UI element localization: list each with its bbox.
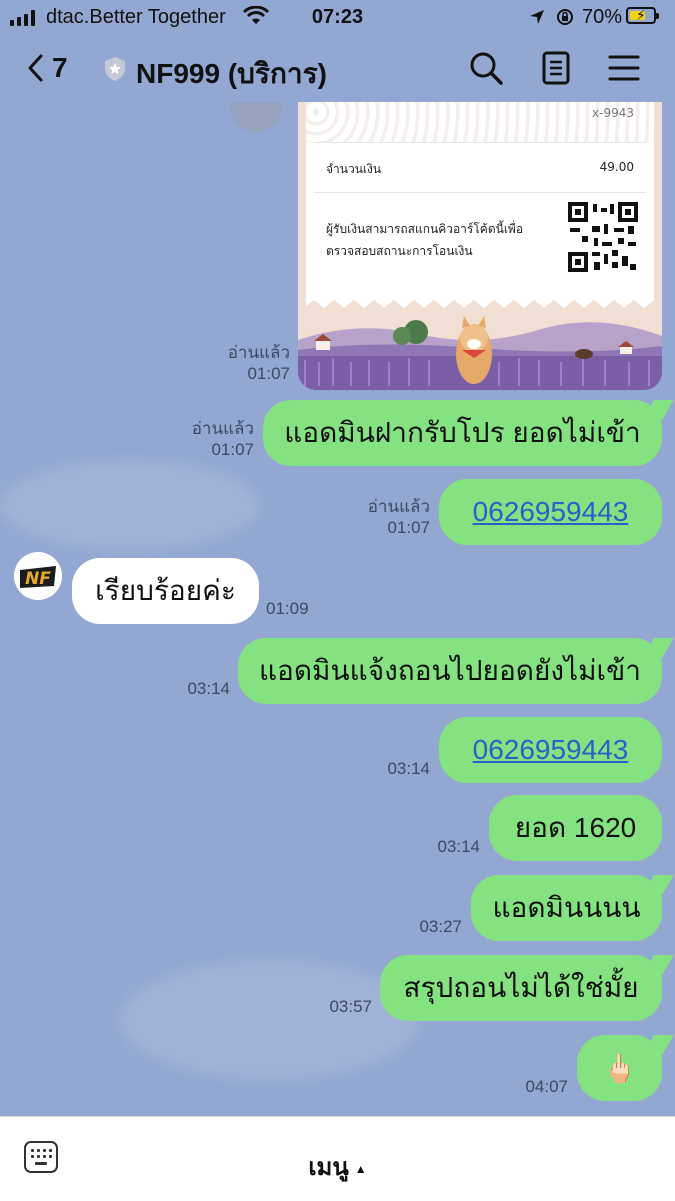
battery-icon: ⚡ [626,7,659,24]
chevron-left-icon [28,54,43,82]
caret-up-icon: ▲ [354,1161,367,1176]
message-bubble-outgoing[interactable]: ยอด 1620 [489,795,662,861]
receipt-meta: อ่านแล้ว 01:07 [200,342,290,384]
message-bubble-outgoing[interactable]: แอดมินแจ้งถอนไปยอดยังไม่เข้า [238,638,662,704]
location-arrow-icon [530,10,544,24]
message-text: แอดมินแจ้งถอนไปยอดยังไม่เข้า [259,655,641,686]
menu-hamburger-icon[interactable] [606,50,642,86]
message-time: 03:14 [437,837,480,856]
message-time: 03:14 [387,759,430,778]
message-time: 03:14 [187,679,230,698]
message-time: 01:09 [266,599,309,618]
back-button[interactable]: 7 [26,50,68,86]
message-bubble-incoming[interactable]: เรียบร้อยค่ะ [72,558,259,624]
official-account-shield-icon [105,57,125,81]
message-bubble-outgoing[interactable]: 🖕🏻 [577,1035,662,1101]
chat-header: 7 NF999 (บริการ) [0,36,675,102]
share-button[interactable] [230,102,282,132]
rotation-lock-icon [557,9,573,25]
bottom-menu-bar: เมนู ▲ [0,1116,675,1201]
read-receipt: อ่านแล้ว [227,343,290,362]
qr-code [568,202,638,272]
search-icon[interactable] [468,50,504,86]
svg-text:NF: NF [25,569,51,589]
slip-paper: x-9943 จำนวนเงิน 49.00 ผู้รับเงินสามารถส… [306,102,654,300]
emoji-middle-finger: 🖕🏻 [602,1052,637,1084]
avatar[interactable]: NF [14,552,62,600]
phone-number-link[interactable]: 0626959443 [473,496,629,528]
message-bubble-outgoing[interactable]: 0626959443 [439,479,662,545]
nf-logo-icon: NF [14,552,62,600]
read-receipt: อ่านแล้ว [191,419,254,438]
read-receipt: อ่านแล้ว [367,497,430,516]
slip-amount-value: 49.00 [599,160,634,174]
message-text: เรียบร้อยค่ะ [95,575,236,606]
message-bubble-outgoing[interactable]: แอดมินนนน [471,875,662,941]
slip-zigzag-edge [306,294,654,308]
message-text: ยอด 1620 [514,812,637,843]
unread-count: 7 [52,52,68,83]
message-text: สรุปถอนไม่ได้ใช่มั้ย [403,972,639,1003]
message-time: 03:57 [329,997,372,1016]
phone-number-link[interactable]: 0626959443 [473,734,629,766]
message-bubble-outgoing[interactable]: สรุปถอนไม่ได้ใช่มั้ย [380,955,662,1021]
message-bubble-outgoing[interactable]: 0626959443 [439,717,662,783]
status-bar: dtac.Better Together 07:23 70% ⚡ [0,0,675,36]
slip-account: x-9943 [592,106,634,120]
message-text: แอดมินฝากรับโปร ยอดไม่เข้า [284,417,641,448]
menu-label: เมนู [308,1154,349,1181]
chat-message-list[interactable]: x-9943 จำนวนเงิน 49.00 ผู้รับเงินสามารถส… [0,102,675,1116]
share-icon [230,102,282,132]
message-bubble-outgoing[interactable]: แอดมินฝากรับโปร ยอดไม่เข้า [263,400,662,466]
message-time: 01:07 [387,518,430,537]
message-time: 04:07 [525,1077,568,1096]
transfer-slip-image[interactable]: x-9943 จำนวนเงิน 49.00 ผู้รับเงินสามารถส… [298,102,662,390]
notes-icon[interactable] [538,50,574,86]
rich-menu-toggle[interactable]: เมนู ▲ [0,1147,675,1186]
chat-title: NF999 (บริการ) [136,58,327,89]
message-time: 01:07 [211,440,254,459]
message-time: 01:07 [247,364,290,383]
battery-percent: 70% [582,6,623,28]
message-time: 03:27 [419,917,462,936]
message-meta: อ่านแล้ว 01:07 [164,418,254,460]
message-text: แอดมินนนน [492,892,641,923]
lavender-field-illustration [298,316,662,390]
message-meta: อ่านแล้ว 01:07 [340,496,430,538]
